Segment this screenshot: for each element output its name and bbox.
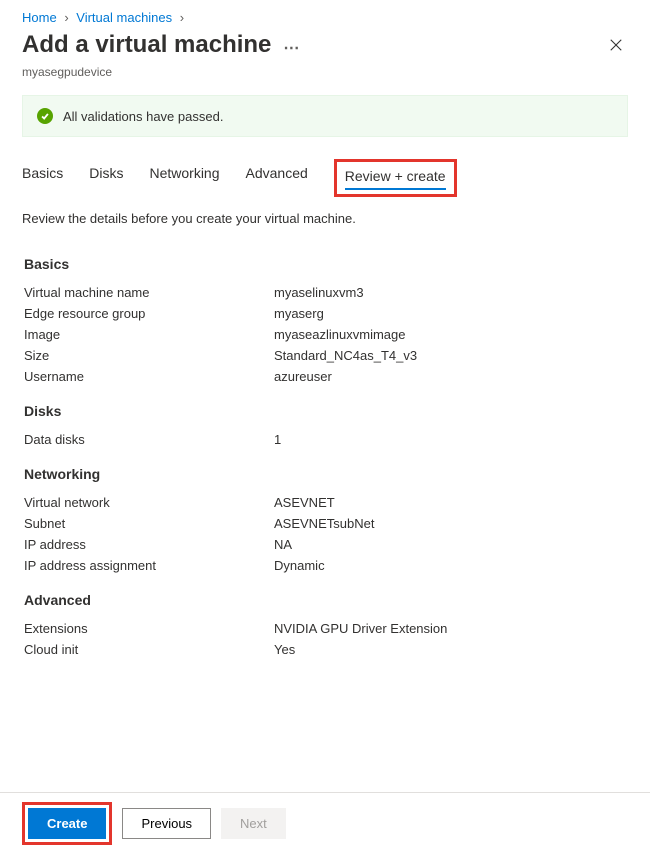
row-vm-name: Virtual machine name myaselinuxvm3 xyxy=(24,282,626,303)
value-cloud-init: Yes xyxy=(274,642,626,657)
tab-networking[interactable]: Networking xyxy=(149,159,219,197)
label-vm-name: Virtual machine name xyxy=(24,285,274,300)
row-image: Image myaseazlinuxvmimage xyxy=(24,324,626,345)
label-ip-assignment: IP address assignment xyxy=(24,558,274,573)
chevron-right-icon: › xyxy=(180,10,184,25)
row-data-disks: Data disks 1 xyxy=(24,429,626,450)
page-title-text: Add a virtual machine xyxy=(22,31,271,59)
row-subnet: Subnet ASEVNETsubNet xyxy=(24,513,626,534)
breadcrumb-virtual-machines[interactable]: Virtual machines xyxy=(76,10,172,25)
section-advanced: Advanced Extensions NVIDIA GPU Driver Ex… xyxy=(0,576,650,660)
value-ip-assignment: Dynamic xyxy=(274,558,626,573)
row-ip-address: IP address NA xyxy=(24,534,626,555)
page-title: Add a virtual machine ⋯ xyxy=(22,31,300,59)
section-networking-title: Networking xyxy=(24,466,626,482)
label-subnet: Subnet xyxy=(24,516,274,531)
value-username: azureuser xyxy=(274,369,626,384)
value-extensions: NVIDIA GPU Driver Extension xyxy=(274,621,626,636)
value-size: Standard_NC4as_T4_v3 xyxy=(274,348,626,363)
section-disks: Disks Data disks 1 xyxy=(0,387,650,450)
tab-basics[interactable]: Basics xyxy=(22,159,63,197)
breadcrumb: Home › Virtual machines › xyxy=(0,0,650,29)
value-ip-address: NA xyxy=(274,537,626,552)
label-virtual-network: Virtual network xyxy=(24,495,274,510)
page-subtitle: myasegpudevice xyxy=(0,65,650,89)
label-size: Size xyxy=(24,348,274,363)
row-size: Size Standard_NC4as_T4_v3 xyxy=(24,345,626,366)
section-basics-title: Basics xyxy=(24,256,626,272)
section-basics: Basics Virtual machine name myaselinuxvm… xyxy=(0,240,650,387)
label-username: Username xyxy=(24,369,274,384)
tab-advanced[interactable]: Advanced xyxy=(246,159,308,197)
page-header: Add a virtual machine ⋯ xyxy=(0,29,650,65)
create-button-highlight: Create xyxy=(22,802,112,845)
tab-bar: Basics Disks Networking Advanced Review … xyxy=(0,149,650,197)
value-virtual-network: ASEVNET xyxy=(274,495,626,510)
section-advanced-title: Advanced xyxy=(24,592,626,608)
close-icon xyxy=(609,38,623,52)
validation-banner: All validations have passed. xyxy=(22,95,628,137)
close-button[interactable] xyxy=(604,33,628,57)
label-cloud-init: Cloud init xyxy=(24,642,274,657)
label-extensions: Extensions xyxy=(24,621,274,636)
footer-bar: Create Previous Next xyxy=(0,792,650,854)
row-username: Username azureuser xyxy=(24,366,626,387)
row-virtual-network: Virtual network ASEVNET xyxy=(24,492,626,513)
tab-disks[interactable]: Disks xyxy=(89,159,123,197)
row-cloud-init: Cloud init Yes xyxy=(24,639,626,660)
tab-review-create[interactable]: Review + create xyxy=(345,166,446,190)
row-extensions: Extensions NVIDIA GPU Driver Extension xyxy=(24,618,626,639)
label-ip-address: IP address xyxy=(24,537,274,552)
value-vm-name: myaselinuxvm3 xyxy=(274,285,626,300)
tab-review-highlight: Review + create xyxy=(334,159,457,197)
check-circle-icon xyxy=(37,108,53,124)
breadcrumb-home[interactable]: Home xyxy=(22,10,57,25)
label-resource-group: Edge resource group xyxy=(24,306,274,321)
label-image: Image xyxy=(24,327,274,342)
value-data-disks: 1 xyxy=(274,432,626,447)
next-button: Next xyxy=(221,808,286,839)
section-disks-title: Disks xyxy=(24,403,626,419)
value-subnet: ASEVNETsubNet xyxy=(274,516,626,531)
value-image: myaseazlinuxvmimage xyxy=(274,327,626,342)
section-networking: Networking Virtual network ASEVNET Subne… xyxy=(0,450,650,576)
tab-description: Review the details before you create you… xyxy=(0,197,650,240)
label-data-disks: Data disks xyxy=(24,432,274,447)
row-resource-group: Edge resource group myaserg xyxy=(24,303,626,324)
chevron-right-icon: › xyxy=(64,10,68,25)
previous-button[interactable]: Previous xyxy=(122,808,211,839)
row-ip-assignment: IP address assignment Dynamic xyxy=(24,555,626,576)
validation-message: All validations have passed. xyxy=(63,109,223,124)
ellipsis-icon[interactable]: ⋯ xyxy=(283,38,300,58)
create-button[interactable]: Create xyxy=(28,808,106,839)
value-resource-group: myaserg xyxy=(274,306,626,321)
